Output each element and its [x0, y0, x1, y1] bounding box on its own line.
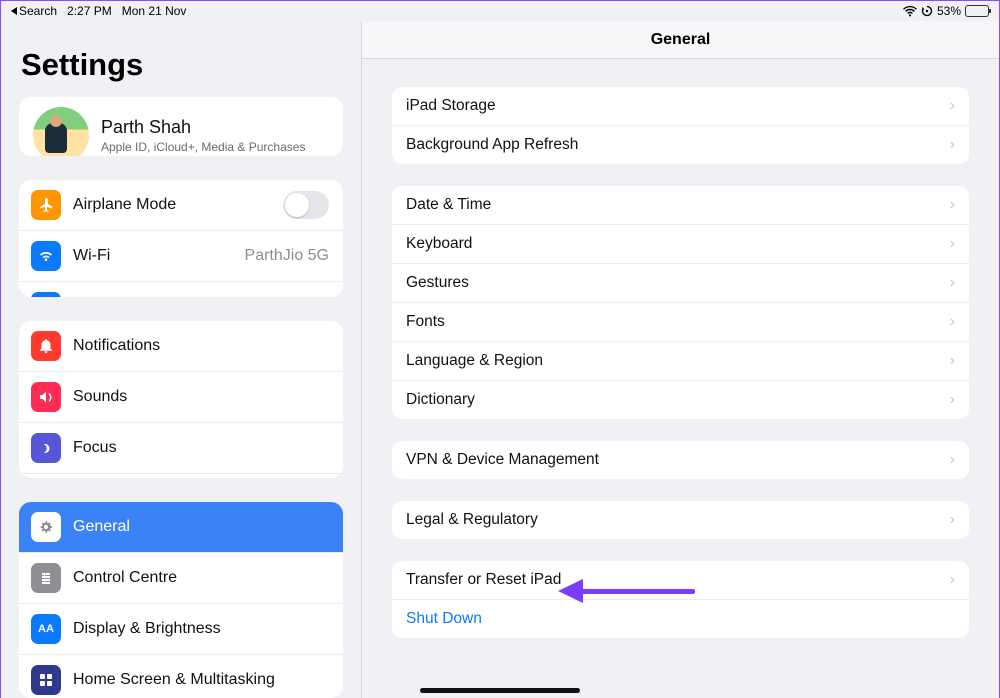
row-dictionary[interactable]: Dictionary› [392, 380, 969, 419]
wifi-icon [903, 6, 917, 17]
chevron-right-icon: › [950, 196, 955, 214]
battery-icon [965, 5, 989, 17]
sidebar-item-sounds[interactable]: Sounds [19, 371, 343, 422]
row-shutdown[interactable]: Shut Down [392, 599, 969, 638]
chevron-right-icon: › [950, 352, 955, 370]
row-legal[interactable]: Legal & Regulatory› [392, 501, 969, 539]
sidebar-item-home[interactable]: Home Screen & Multitasking [19, 654, 343, 698]
focus-icon [31, 433, 61, 463]
row-vpn[interactable]: VPN & Device Management› [392, 441, 969, 479]
back-to-search[interactable]: Search [11, 4, 57, 18]
display-icon: AA [31, 614, 61, 644]
row-date-time[interactable]: Date & Time› [392, 186, 969, 224]
home-label: Home Screen & Multitasking [73, 671, 275, 689]
legal-group: Legal & Regulatory› [392, 501, 969, 539]
notifications-label: Notifications [73, 337, 160, 355]
profile-name: Parth Shah [101, 117, 305, 138]
sidebar-item-airplane[interactable]: Airplane Mode [19, 180, 343, 230]
storage-group: iPad Storage› Background App Refresh› [392, 87, 969, 164]
chevron-right-icon: › [950, 511, 955, 529]
airplane-icon [31, 190, 61, 220]
sidebar-item-display[interactable]: AA Display & Brightness [19, 603, 343, 654]
vpn-group: VPN & Device Management› [392, 441, 969, 479]
attention-group: Notifications Sounds Focus Screen Time [19, 321, 343, 478]
chevron-right-icon: › [950, 451, 955, 469]
row-ipad-storage[interactable]: iPad Storage› [392, 87, 969, 125]
gear-icon [31, 512, 61, 542]
display-label: Display & Brightness [73, 620, 221, 638]
airplane-toggle[interactable] [283, 191, 329, 219]
sidebar-item-wifi[interactable]: Wi-Fi ParthJio 5G [19, 230, 343, 281]
sounds-label: Sounds [73, 388, 127, 406]
bluetooth-icon [31, 292, 61, 297]
sidebar-item-general[interactable]: General [19, 502, 343, 552]
general-label: General [73, 518, 130, 536]
page-title: Settings [21, 47, 343, 83]
reset-group: Transfer or Reset iPad› Shut Down [392, 561, 969, 638]
profile-sub: Apple ID, iCloud+, Media & Purchases [101, 140, 305, 154]
row-transfer-reset[interactable]: Transfer or Reset iPad› [392, 561, 969, 599]
avatar [33, 107, 89, 156]
home-screen-icon [31, 665, 61, 695]
status-date: Mon 21 Nov [122, 4, 187, 18]
chevron-right-icon: › [950, 97, 955, 115]
rotation-lock-icon [921, 5, 933, 17]
sidebar-item-screentime[interactable]: Screen Time [19, 473, 343, 478]
profile-card[interactable]: Parth Shah Apple ID, iCloud+, Media & Pu… [19, 97, 343, 156]
chevron-right-icon: › [950, 571, 955, 589]
sounds-icon [31, 382, 61, 412]
status-time: 2:27 PM [67, 4, 112, 18]
sidebar-item-control-centre[interactable]: Control Centre [19, 552, 343, 603]
input-group: Date & Time› Keyboard› Gestures› Fonts› … [392, 186, 969, 419]
home-indicator[interactable] [420, 688, 580, 693]
chevron-right-icon: › [950, 313, 955, 331]
chevron-left-icon [11, 7, 17, 15]
row-background-refresh[interactable]: Background App Refresh› [392, 125, 969, 164]
sidebar-item-bluetooth[interactable]: Bluetooth On [19, 281, 343, 297]
control-centre-icon [31, 563, 61, 593]
chevron-right-icon: › [950, 235, 955, 253]
sidebar-item-notifications[interactable]: Notifications [19, 321, 343, 371]
detail-header: General [362, 21, 999, 59]
control-label: Control Centre [73, 569, 177, 587]
row-fonts[interactable]: Fonts› [392, 302, 969, 341]
chevron-right-icon: › [950, 391, 955, 409]
wifi-icon [31, 241, 61, 271]
sidebar-item-focus[interactable]: Focus [19, 422, 343, 473]
status-bar: Search 2:27 PM Mon 21 Nov 53% [1, 1, 999, 21]
focus-label: Focus [73, 439, 117, 457]
notifications-icon [31, 331, 61, 361]
settings-sidebar: Settings Parth Shah Apple ID, iCloud+, M… [1, 21, 361, 698]
row-keyboard[interactable]: Keyboard› [392, 224, 969, 263]
detail-pane: General iPad Storage› Background App Ref… [362, 21, 999, 698]
connectivity-group: Airplane Mode Wi-Fi ParthJio 5G Bluetoot… [19, 180, 343, 297]
chevron-right-icon: › [950, 274, 955, 292]
airplane-label: Airplane Mode [73, 196, 176, 214]
detail-title: General [651, 31, 711, 49]
row-gestures[interactable]: Gestures› [392, 263, 969, 302]
wifi-label: Wi-Fi [73, 247, 110, 265]
battery-pct: 53% [937, 4, 961, 18]
row-language-region[interactable]: Language & Region› [392, 341, 969, 380]
chevron-right-icon: › [950, 136, 955, 154]
wifi-value: ParthJio 5G [245, 247, 329, 265]
system-group: General Control Centre AA Display & Brig… [19, 502, 343, 698]
back-label: Search [19, 4, 57, 18]
